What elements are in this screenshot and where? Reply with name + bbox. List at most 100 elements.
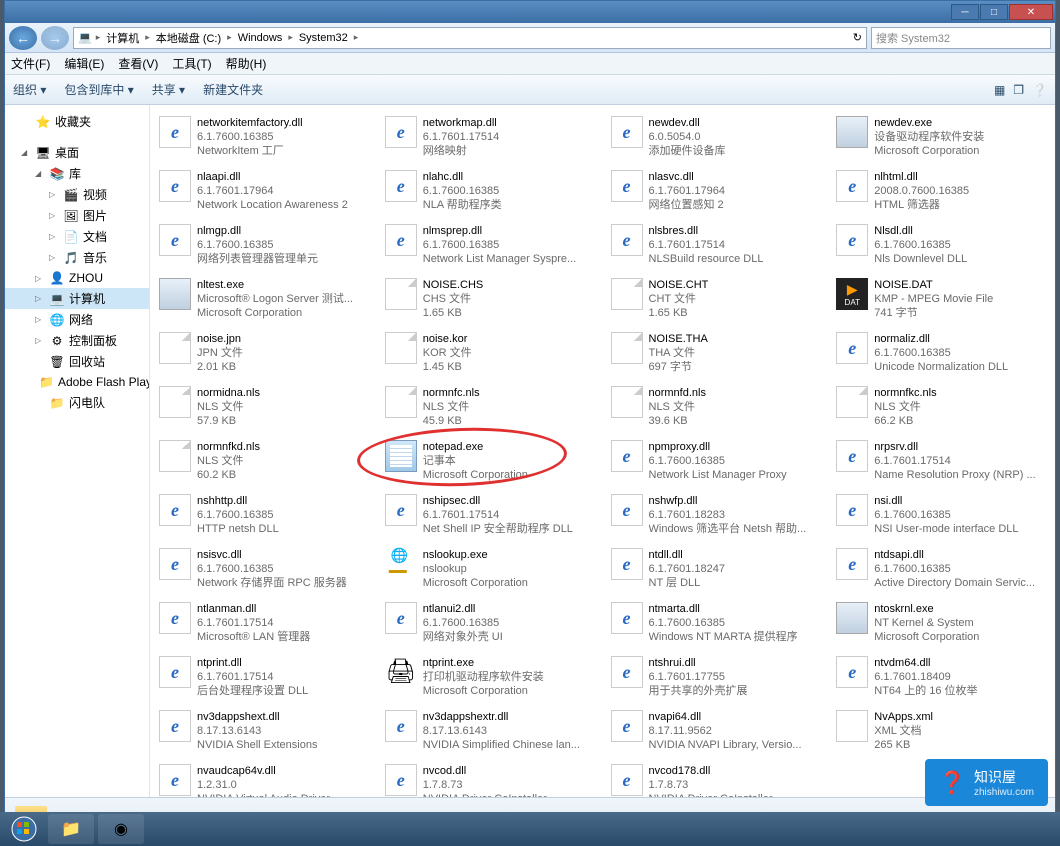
tree-toggle-icon[interactable]: ▷ <box>35 274 45 283</box>
file-item[interactable]: normaliz.dll6.1.7600.16385Unicode Normal… <box>831 327 1051 379</box>
file-item[interactable]: NOISE.THATHA 文件697 字节 <box>606 327 826 379</box>
chevron-right-icon[interactable]: ▸ <box>354 32 359 43</box>
file-item[interactable]: nlmgp.dll6.1.7600.16385网络列表管理器管理单元 <box>154 219 374 271</box>
file-item[interactable]: nshipsec.dll6.1.7601.17514Net Shell IP 安… <box>380 489 600 541</box>
file-item[interactable]: nlasvc.dll6.1.7601.17964网络位置感知 2 <box>606 165 826 217</box>
menu-view[interactable]: 查看(V) <box>118 55 158 72</box>
file-item[interactable]: NOISE.CHTCHT 文件1.65 KB <box>606 273 826 325</box>
file-item[interactable]: nlsbres.dll6.1.7601.17514NLSBuild resour… <box>606 219 826 271</box>
sidebar-item[interactable]: ◢🖥桌面 <box>5 142 149 163</box>
tree-toggle-icon[interactable]: ▷ <box>35 315 45 324</box>
chevron-right-icon[interactable]: ▸ <box>288 32 293 43</box>
forward-button[interactable]: → <box>41 26 69 50</box>
file-item[interactable]: networkmap.dll6.1.7601.17514网络映射 <box>380 111 600 163</box>
minimize-button[interactable]: ─ <box>951 4 979 20</box>
chevron-right-icon[interactable]: ▸ <box>96 32 101 43</box>
tree-toggle-icon[interactable]: ▷ <box>49 232 59 241</box>
include-library-button[interactable]: 包含到库中 ▾ <box>64 81 133 98</box>
file-item[interactable]: nslookup.exenslookupMicrosoft Corporatio… <box>380 543 600 595</box>
file-item[interactable]: nshhttp.dll6.1.7600.16385HTTP netsh DLL <box>154 489 374 541</box>
tree-toggle-icon[interactable]: ▷ <box>49 211 59 220</box>
file-item[interactable]: nvcod.dll1.7.8.73NVIDIA Driver CoInstall… <box>380 759 600 797</box>
start-button[interactable] <box>4 814 44 844</box>
file-item[interactable]: ntlanman.dll6.1.7601.17514Microsoft® LAN… <box>154 597 374 649</box>
file-item[interactable]: normnfkd.nlsNLS 文件60.2 KB <box>154 435 374 487</box>
chevron-right-icon[interactable]: ▸ <box>145 32 150 43</box>
file-item[interactable]: nltest.exeMicrosoft® Logon Server 测试...M… <box>154 273 374 325</box>
sidebar-item[interactable]: ▷💻计算机 <box>5 288 149 309</box>
file-item[interactable]: noise.jpnJPN 文件2.01 KB <box>154 327 374 379</box>
file-item[interactable]: nv3dappshext.dll8.17.13.6143NVIDIA Shell… <box>154 705 374 757</box>
file-item[interactable]: NOISE.CHSCHS 文件1.65 KB <box>380 273 600 325</box>
maximize-button[interactable]: □ <box>980 4 1008 20</box>
file-item[interactable]: networkitemfactory.dll6.1.7600.16385Netw… <box>154 111 374 163</box>
file-item[interactable]: ntprint.dll6.1.7601.17514后台处理程序设置 DLL <box>154 651 374 703</box>
sidebar-item[interactable]: ⭐收藏夹 <box>5 111 149 132</box>
file-item[interactable]: noise.korKOR 文件1.45 KB <box>380 327 600 379</box>
file-item[interactable]: ntlanui2.dll6.1.7600.16385网络对象外壳 UI <box>380 597 600 649</box>
breadcrumb-seg[interactable]: System32 <box>297 32 350 44</box>
file-item[interactable]: normidna.nlsNLS 文件57.9 KB <box>154 381 374 433</box>
sidebar-item[interactable]: ▷🖼图片 <box>5 205 149 226</box>
view-mode-icon[interactable]: ▦ <box>994 83 1005 97</box>
sidebar-item[interactable]: ▷👤ZHOU <box>5 268 149 288</box>
file-item[interactable]: ntshrui.dll6.1.7601.17755用于共享的外壳扩展 <box>606 651 826 703</box>
file-item[interactable]: nrpsrv.dll6.1.7601.17514Name Resolution … <box>831 435 1051 487</box>
address-bar[interactable]: 💻 ▸ 计算机 ▸ 本地磁盘 (C:) ▸ Windows ▸ System32… <box>73 27 867 49</box>
file-item[interactable]: ntdsapi.dll6.1.7600.16385Active Director… <box>831 543 1051 595</box>
breadcrumb-seg[interactable]: Windows <box>236 32 285 44</box>
tree-toggle-icon[interactable]: ◢ <box>35 169 45 178</box>
file-item[interactable]: normnfkc.nlsNLS 文件66.2 KB <box>831 381 1051 433</box>
sidebar-item[interactable]: 📁闪电队 <box>5 392 149 413</box>
file-item[interactable]: nlahc.dll6.1.7600.16385NLA 帮助程序类 <box>380 165 600 217</box>
new-folder-button[interactable]: 新建文件夹 <box>203 81 263 98</box>
sidebar-item[interactable]: ▷⚙控制面板 <box>5 330 149 351</box>
help-icon[interactable]: ❔ <box>1032 83 1047 97</box>
file-item[interactable]: nv3dappshextr.dll8.17.13.6143NVIDIA Simp… <box>380 705 600 757</box>
file-item[interactable]: ntmarta.dll6.1.7600.16385Windows NT MART… <box>606 597 826 649</box>
tree-toggle-icon[interactable]: ▷ <box>35 336 45 345</box>
sidebar-item[interactable]: ▷📄文档 <box>5 226 149 247</box>
file-item[interactable]: ntdll.dll6.1.7601.18247NT 层 DLL <box>606 543 826 595</box>
file-item[interactable]: newdev.exe设备驱动程序软件安装Microsoft Corporatio… <box>831 111 1051 163</box>
close-button[interactable]: ✕ <box>1009 4 1053 20</box>
file-item[interactable]: normnfd.nlsNLS 文件39.6 KB <box>606 381 826 433</box>
menu-file[interactable]: 文件(F) <box>11 55 50 72</box>
tree-toggle-icon[interactable]: ◢ <box>21 148 31 157</box>
chevron-right-icon[interactable]: ▸ <box>227 32 232 43</box>
taskbar-explorer[interactable]: 📁 <box>48 814 94 844</box>
preview-pane-icon[interactable]: ❐ <box>1013 83 1024 97</box>
file-item[interactable]: nsisvc.dll6.1.7600.16385Network 存储界面 RPC… <box>154 543 374 595</box>
back-button[interactable]: ← <box>9 26 37 50</box>
file-item[interactable]: nvaudcap64v.dll1.2.31.0NVIDIA Virtual Au… <box>154 759 374 797</box>
file-item[interactable]: nlaapi.dll6.1.7601.17964Network Location… <box>154 165 374 217</box>
file-item[interactable]: normnfc.nlsNLS 文件45.9 KB <box>380 381 600 433</box>
tree-toggle-icon[interactable]: ▷ <box>49 253 59 262</box>
sidebar-item[interactable]: ▷🌐网络 <box>5 309 149 330</box>
file-item[interactable]: nlhtml.dll2008.0.7600.16385HTML 筛选器 <box>831 165 1051 217</box>
refresh-icon[interactable]: ↻ <box>853 31 862 44</box>
file-item[interactable]: nvapi64.dll8.17.11.9562NVIDIA NVAPI Libr… <box>606 705 826 757</box>
search-input[interactable]: 搜索 System32 <box>871 27 1051 49</box>
share-button[interactable]: 共享 ▾ <box>152 81 185 98</box>
file-item[interactable]: ntvdm64.dll6.1.7601.18409NT64 上的 16 位枚举 <box>831 651 1051 703</box>
file-item[interactable]: nsi.dll6.1.7600.16385NSI User-mode inter… <box>831 489 1051 541</box>
sidebar-item[interactable]: 🗑回收站 <box>5 351 149 372</box>
sidebar-item[interactable]: ▷🎵音乐 <box>5 247 149 268</box>
tree-toggle-icon[interactable]: ▷ <box>49 190 59 199</box>
file-item[interactable]: nshwfp.dll6.1.7601.18283Windows 筛选平台 Net… <box>606 489 826 541</box>
breadcrumb-seg[interactable]: 本地磁盘 (C:) <box>154 30 223 46</box>
sidebar-item[interactable]: ▷🎬视频 <box>5 184 149 205</box>
file-item[interactable]: nvcod178.dll1.7.8.73NVIDIA Driver CoInst… <box>606 759 826 797</box>
file-item[interactable]: npmproxy.dll6.1.7600.16385Network List M… <box>606 435 826 487</box>
taskbar-app[interactable]: ◉ <box>98 814 144 844</box>
file-item[interactable]: Nlsdl.dll6.1.7600.16385Nls Downlevel DLL <box>831 219 1051 271</box>
breadcrumb-seg[interactable]: 计算机 <box>104 30 141 46</box>
file-item[interactable]: ntoskrnl.exeNT Kernel & SystemMicrosoft … <box>831 597 1051 649</box>
tree-toggle-icon[interactable]: ▷ <box>35 294 45 303</box>
file-item[interactable]: nlmsprep.dll6.1.7600.16385Network List M… <box>380 219 600 271</box>
file-item[interactable]: notepad.exe记事本Microsoft Corporation <box>380 435 600 487</box>
file-item[interactable]: NvApps.xmlXML 文档265 KB <box>831 705 1051 757</box>
menu-tools[interactable]: 工具(T) <box>172 55 211 72</box>
file-item[interactable]: newdev.dll6.0.5054.0添加硬件设备库 <box>606 111 826 163</box>
